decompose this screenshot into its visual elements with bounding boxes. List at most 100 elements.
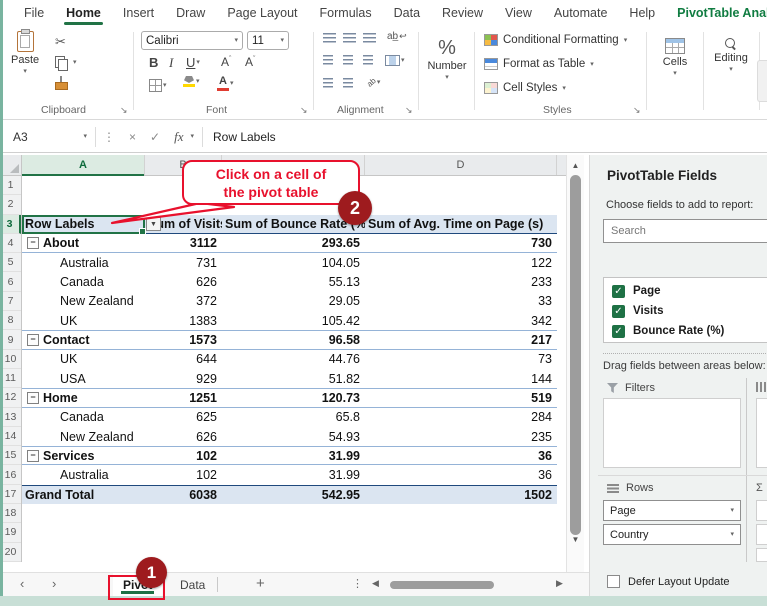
clipboard-dialog-launcher-icon[interactable]: ↘	[120, 105, 128, 116]
checked-checkbox[interactable]: ✓	[612, 305, 625, 318]
paste-button[interactable]: Paste ▾	[11, 31, 39, 75]
pivot-cell[interactable]: 65.8	[222, 408, 365, 427]
increase-font-button[interactable]: Aˆ	[221, 55, 231, 69]
row-header-19[interactable]: 19	[0, 523, 21, 542]
font-name-combobox[interactable]: Calibri▾	[141, 31, 243, 50]
pivot-cell[interactable]: 731	[145, 253, 222, 272]
row-header-11[interactable]: 11	[0, 369, 21, 388]
alignment-dialog-launcher-icon[interactable]: ↘	[405, 105, 413, 116]
select-all-corner[interactable]	[0, 155, 22, 175]
defer-layout-update[interactable]: Defer Layout Update	[607, 575, 730, 588]
pivot-cell[interactable]: 1383	[145, 311, 222, 330]
merge-center-button[interactable]: ▾	[385, 55, 405, 66]
formula-content[interactable]: Row Labels	[203, 130, 276, 144]
pivot-cell[interactable]: 44.76	[222, 350, 365, 369]
underline-button[interactable]: U▾	[186, 55, 200, 70]
pivot-cell[interactable]: 1573	[145, 331, 222, 348]
row-header-15[interactable]: 15	[0, 446, 21, 465]
row-header-2[interactable]: 2	[0, 195, 21, 214]
pivot-cell[interactable]: 626	[145, 272, 222, 291]
horizontal-scrollbar-thumb[interactable]	[390, 581, 494, 589]
pivot-cell[interactable]: 372	[145, 292, 222, 311]
pivot-row-label[interactable]: Canada	[22, 272, 145, 291]
ribbon-tab-home[interactable]: Home	[55, 0, 112, 26]
row-header-3[interactable]: 3	[0, 215, 21, 234]
pivot-row-label[interactable]: −Home	[22, 389, 145, 406]
pivot-cell[interactable]: 29.05	[222, 292, 365, 311]
checked-checkbox[interactable]: ✓	[612, 325, 625, 338]
scroll-down-icon[interactable]: ▼	[567, 531, 584, 548]
column-header-D[interactable]: D	[365, 155, 557, 175]
pivot-cell[interactable]: 730	[365, 234, 557, 252]
wrap-text-button[interactable]: ab̲↩	[387, 31, 407, 42]
ribbon-tab-file[interactable]: File	[13, 0, 55, 26]
pivot-cell[interactable]: 54.93	[222, 427, 365, 446]
pivot-row-label[interactable]: Australia	[22, 465, 145, 484]
collapse-icon[interactable]: −	[27, 237, 39, 249]
align-left-button[interactable]	[323, 55, 333, 65]
format-painter-button[interactable]	[55, 76, 68, 90]
pivot-column-header[interactable]: Sum of Avg. Time on Page (s)	[365, 215, 557, 233]
pivot-cell[interactable]: 31.99	[222, 465, 365, 484]
ribbon-tab-insert[interactable]: Insert	[112, 0, 165, 26]
more-dots-icon[interactable]: ⋮	[96, 130, 122, 144]
number-format-button[interactable]: % Number ▾	[427, 38, 467, 81]
pivot-row-label[interactable]: New Zealand	[22, 427, 145, 446]
cancel-icon[interactable]: ×	[122, 130, 143, 144]
copy-button[interactable]: ▾	[55, 56, 77, 68]
pivot-cell[interactable]: 120.73	[222, 389, 365, 406]
values-field-partial[interactable]	[756, 548, 767, 562]
pivot-row-label[interactable]: −Services	[22, 447, 145, 464]
pivot-cell[interactable]: 625	[145, 408, 222, 427]
row-header-16[interactable]: 16	[0, 465, 21, 484]
vertical-scrollbar[interactable]: ▲ ▼	[566, 155, 584, 572]
pivot-cell[interactable]: 55.13	[222, 272, 365, 291]
cut-button[interactable]: ✂	[55, 34, 66, 50]
pivot-cell[interactable]: 36	[365, 465, 557, 484]
enter-icon[interactable]: ✓	[143, 130, 167, 144]
decrease-font-button[interactable]: Aˇ	[245, 55, 255, 69]
pivot-cell[interactable]: 1502	[365, 486, 557, 504]
row-header-10[interactable]: 10	[0, 350, 21, 369]
ribbon-tab-pivottable-analyze[interactable]: PivotTable Analyze	[666, 0, 767, 26]
pivot-cell[interactable]: 644	[145, 350, 222, 369]
row-header-4[interactable]: 4	[0, 234, 21, 253]
pivot-cell[interactable]: 51.82	[222, 369, 365, 388]
ribbon-tab-review[interactable]: Review	[431, 0, 494, 26]
pivot-cell[interactable]: 1251	[145, 389, 222, 406]
font-size-combobox[interactable]: 11▾	[247, 31, 289, 50]
columns-area-box[interactable]	[756, 398, 767, 468]
pivot-cell[interactable]: 104.05	[222, 253, 365, 272]
pivot-row-label[interactable]: UK	[22, 350, 145, 369]
ribbon-tab-data[interactable]: Data	[383, 0, 431, 26]
row-header-8[interactable]: 8	[0, 311, 21, 330]
pivot-cell[interactable]: 217	[365, 331, 557, 348]
next-sheet-icon[interactable]: ›	[52, 576, 56, 591]
add-sheet-button[interactable]: +	[256, 575, 265, 592]
pivot-row-label[interactable]: −About	[22, 234, 145, 252]
pivot-cell[interactable]: 929	[145, 369, 222, 388]
pivot-cell[interactable]: 122	[365, 253, 557, 272]
scroll-up-icon[interactable]: ▲	[567, 157, 584, 174]
pivot-cell[interactable]: 293.65	[222, 234, 365, 252]
pivot-cell[interactable]: 36	[365, 447, 557, 464]
values-field-partial[interactable]	[756, 524, 767, 545]
pivot-row-label[interactable]: New Zealand	[22, 292, 145, 311]
editing-button[interactable]: Editing ▾	[709, 38, 753, 73]
column-header-A[interactable]: A	[22, 155, 145, 175]
ribbon-tab-page-layout[interactable]: Page Layout	[216, 0, 308, 26]
pivot-cell[interactable]: 542.95	[222, 486, 365, 504]
ribbon-tab-help[interactable]: Help	[618, 0, 666, 26]
row-header-18[interactable]: 18	[0, 504, 21, 523]
row-header-5[interactable]: 5	[0, 253, 21, 272]
row-header-6[interactable]: 6	[0, 272, 21, 291]
more-dots-icon[interactable]: ⋮	[352, 577, 363, 590]
prev-sheet-icon[interactable]: ‹	[20, 576, 24, 591]
pivot-cell[interactable]: 33	[365, 292, 557, 311]
pivot-row-label[interactable]: UK	[22, 311, 145, 330]
row-header-17[interactable]: 17	[0, 485, 21, 504]
row-header-12[interactable]: 12	[0, 388, 21, 407]
cells-button[interactable]: Cells ▾	[655, 38, 695, 77]
collapse-icon[interactable]: −	[27, 450, 39, 462]
row-labels-filter-dropdown[interactable]: ▼	[146, 217, 161, 231]
